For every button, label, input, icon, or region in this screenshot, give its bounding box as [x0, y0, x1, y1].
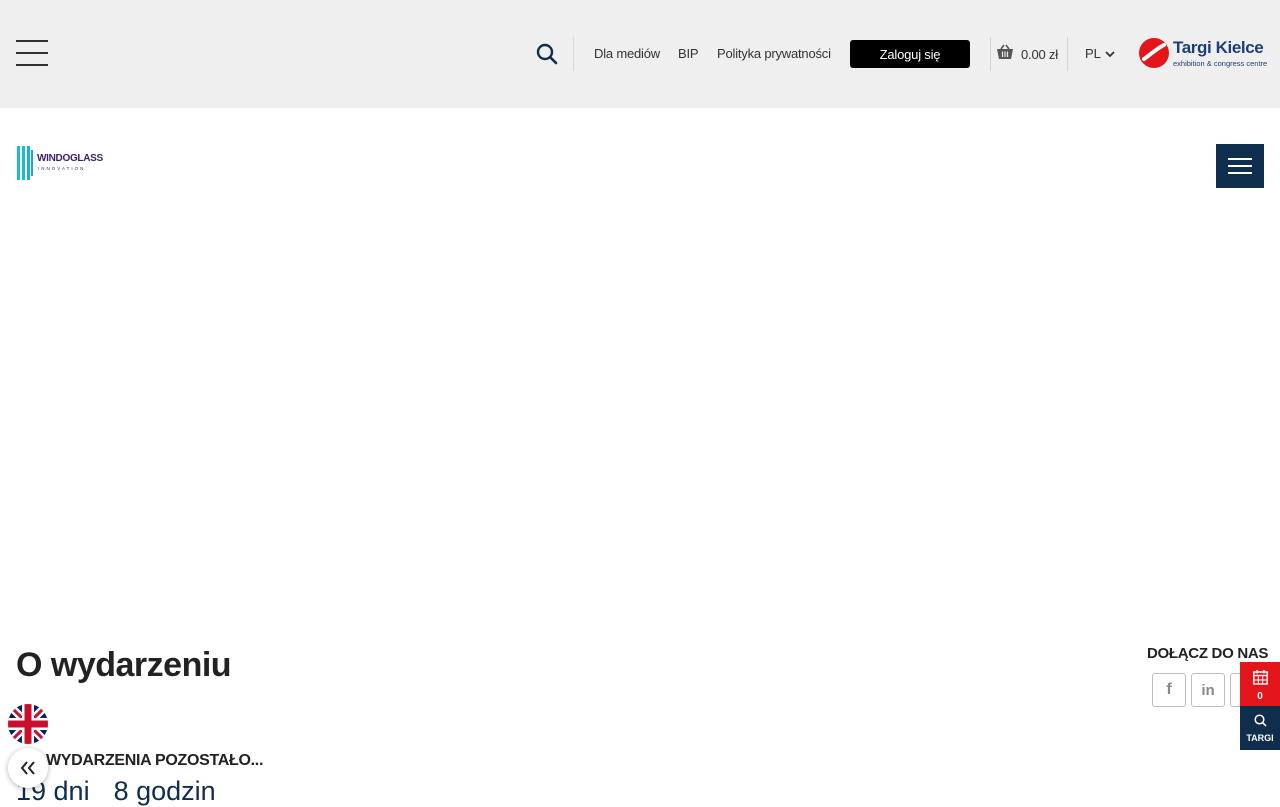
privacy-policy-link[interactable]: Polityka prywatności	[717, 46, 831, 61]
collapse-button[interactable]	[8, 748, 48, 788]
uk-flag-icon[interactable]	[8, 704, 48, 744]
main-menu-button[interactable]	[16, 40, 48, 66]
event-logo-title: WINDOGLASS	[37, 153, 103, 164]
countdown-hours: 8 godzin	[113, 776, 216, 806]
double-chevron-left-icon	[20, 755, 36, 781]
targi-kielce-logo[interactable]: Targi Kielce exhibition & congress centr…	[1138, 37, 1274, 71]
join-us-label: DOŁĄCZ DO NAS	[1147, 645, 1269, 662]
event-logo-subtitle: INNOVATION	[38, 166, 86, 171]
windoglass-logo[interactable]: WINDOGLASS INNOVATION	[16, 144, 103, 182]
divider	[1067, 37, 1068, 71]
chevron-down-icon	[1105, 46, 1115, 61]
media-link[interactable]: Dla mediów	[594, 46, 660, 61]
calendar-count: 0	[1257, 691, 1263, 702]
targi-search-widget[interactable]: TARGI	[1240, 706, 1280, 750]
cart-button[interactable]: 0.00 zł	[996, 44, 1058, 65]
event-menu-button[interactable]	[1216, 144, 1264, 188]
calendar-widget[interactable]: 0	[1240, 662, 1280, 706]
brand-name: Targi Kielce	[1173, 38, 1264, 57]
targi-label: TARGI	[1246, 733, 1274, 743]
brand-tagline: exhibition & congress centre	[1173, 59, 1268, 68]
divider	[573, 37, 574, 71]
top-bar: Dla mediów BIP Polityka prywatności Zalo…	[0, 0, 1280, 108]
countdown-label: WYDARZENIA POZOSTAŁO...	[46, 752, 264, 769]
cart-total: 0.00 zł	[1021, 47, 1058, 62]
language-label: PL	[1085, 46, 1101, 61]
divider	[990, 37, 991, 71]
bip-link[interactable]: BIP	[678, 46, 699, 61]
search-icon[interactable]	[535, 42, 559, 66]
login-button[interactable]: Zaloguj się	[850, 40, 970, 68]
countdown: 19 dni 8 godzin	[16, 776, 216, 807]
linkedin-icon[interactable]: in	[1191, 673, 1225, 707]
section-title: O wydarzeniu	[16, 646, 232, 684]
language-selector[interactable]: PL	[1085, 46, 1115, 61]
calendar-icon	[1253, 670, 1268, 690]
basket-icon	[996, 44, 1014, 65]
search-icon	[1254, 714, 1267, 732]
facebook-icon[interactable]: f	[1152, 673, 1186, 707]
